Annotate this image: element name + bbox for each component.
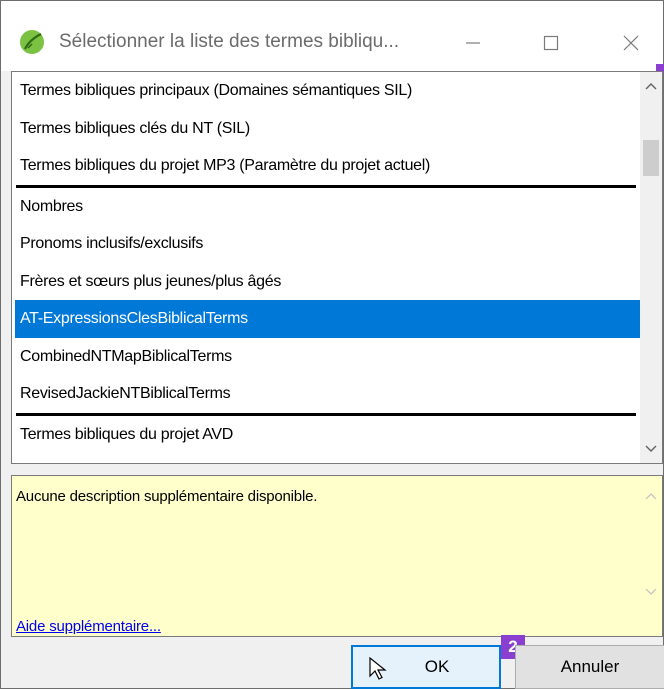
minimize-icon bbox=[466, 42, 480, 44]
list-item[interactable]: CombinedNTMapBiblicalTerms bbox=[12, 338, 640, 376]
window-title: Sélectionner la liste des termes bibliqu… bbox=[59, 31, 400, 52]
list-item[interactable]: Termes bibliques du projet AVD bbox=[12, 416, 640, 454]
list-item[interactable]: Frères et sœurs plus jeunes/plus âgés bbox=[12, 263, 640, 301]
cancel-button[interactable]: Annuler bbox=[515, 645, 664, 689]
desc-scroll-up-button[interactable] bbox=[640, 484, 662, 508]
scroll-thumb[interactable] bbox=[643, 140, 659, 176]
list-item[interactable]: Pronoms inclusifs/exclusifs bbox=[12, 225, 640, 263]
chevron-up-icon bbox=[645, 83, 657, 90]
scroll-up-button[interactable] bbox=[640, 72, 662, 100]
list-item[interactable]: Termes bibliques principaux (Domaines sé… bbox=[12, 72, 640, 110]
close-button[interactable] bbox=[603, 15, 659, 71]
chevron-up-icon bbox=[645, 493, 657, 500]
list-item[interactable]: Nombres bbox=[12, 188, 640, 226]
chevron-down-icon bbox=[645, 445, 657, 452]
mouse-cursor-icon bbox=[369, 657, 387, 680]
scroll-down-button[interactable] bbox=[640, 435, 662, 463]
description-text: Aucune description supplémentaire dispon… bbox=[16, 488, 318, 505]
list-item-selected[interactable]: AT-ExpressionsClesBiblicalTerms bbox=[15, 300, 640, 338]
list-item[interactable]: Termes bibliques clés du NT (SIL) bbox=[12, 110, 640, 148]
maximize-icon bbox=[543, 35, 559, 51]
description-panel: Aucune description supplémentaire dispon… bbox=[11, 475, 663, 637]
app-icon bbox=[19, 29, 45, 55]
dialog-window: Sélectionner la liste des termes bibliqu… bbox=[0, 0, 664, 689]
maximize-button[interactable] bbox=[523, 15, 579, 71]
minimize-button[interactable] bbox=[445, 15, 501, 71]
list-scrollbar[interactable] bbox=[640, 72, 662, 463]
description-scrollbar[interactable] bbox=[640, 476, 662, 626]
term-list[interactable]: Termes bibliques principaux (Domaines sé… bbox=[11, 71, 663, 464]
list-item[interactable]: RevisedJackieNTBiblicalTerms bbox=[12, 375, 640, 413]
close-icon bbox=[623, 35, 639, 51]
ok-button-label: OK bbox=[424, 657, 450, 676]
chevron-down-icon bbox=[645, 588, 657, 595]
help-link[interactable]: Aide supplémentaire... bbox=[16, 618, 161, 635]
term-list-items: Termes bibliques principaux (Domaines sé… bbox=[12, 72, 640, 453]
cancel-button-label: Annuler bbox=[560, 657, 620, 676]
title-bar: Sélectionner la liste des termes bibliqu… bbox=[1, 1, 663, 71]
desc-scroll-down-button[interactable] bbox=[640, 580, 662, 604]
list-item[interactable]: Termes bibliques du projet MP3 (Paramètr… bbox=[12, 147, 640, 185]
